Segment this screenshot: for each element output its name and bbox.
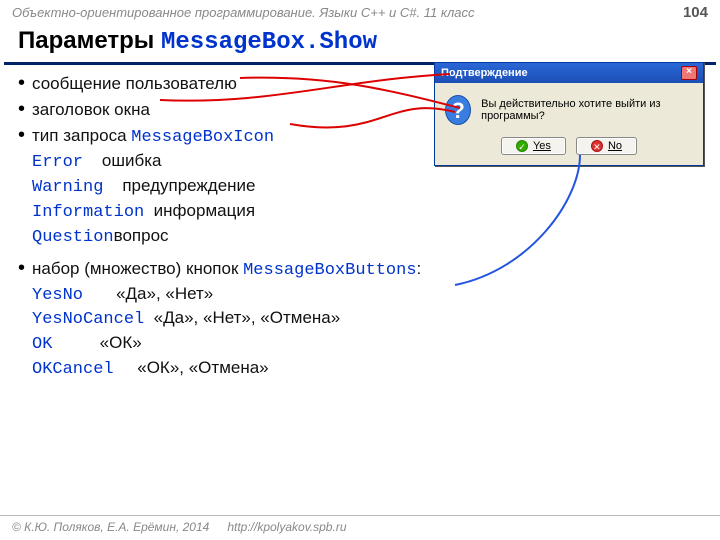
dialog-titlebar: Подтверждение × [435, 63, 703, 83]
btn-yesno-code: YesNo [32, 286, 83, 305]
btn-yesnocancel-code: YesNoCancel [32, 310, 144, 329]
page-number: 104 [683, 4, 708, 21]
footer: © К.Ю. Поляков, Е.А. Ерёмин, 2014 http:/… [0, 515, 720, 534]
dialog-body: ? Вы действительно хотите выйти из прогр… [435, 83, 703, 131]
icon-information-code: Information [32, 203, 144, 222]
page-title: Параметры MessageBox.Show [4, 23, 716, 65]
copyright: © К.Ю. Поляков, Е.А. Ерёмин, 2014 [12, 520, 209, 534]
header: Объектно-ориентированное программировани… [0, 0, 720, 23]
title-prefix: Параметры [18, 27, 161, 54]
btn-okcancel-ru: «ОК», «Отмена» [137, 358, 268, 377]
check-icon: ✓ [516, 140, 528, 152]
icon-question-ru: вопрос [114, 226, 169, 245]
btn-yesno-ru: «Да», «Нет» [116, 284, 213, 303]
no-button[interactable]: ✕ No [576, 137, 637, 155]
yes-button[interactable]: ✓ Yes [501, 137, 566, 155]
bullet-4: • набор (множество) кнопок MessageBoxBut… [18, 258, 712, 283]
message-box-dialog: Подтверждение × ? Вы действительно хотит… [434, 62, 704, 166]
yes-label: Yes [533, 140, 551, 152]
bullet-3-prefix: тип запроса [32, 126, 131, 145]
icon-warning-ru: предупреждение [122, 176, 255, 195]
cross-icon: ✕ [591, 140, 603, 152]
icon-question-code: Question [32, 228, 114, 247]
question-icon: ? [445, 95, 471, 125]
dialog-buttons: ✓ Yes ✕ No [435, 131, 703, 165]
icon-warning-code: Warning [32, 178, 103, 197]
bullet-3-code: MessageBoxIcon [131, 128, 274, 147]
bullet-4-code: MessageBoxButtons [243, 261, 416, 280]
course-label: Объектно-ориентированное программировани… [12, 5, 683, 20]
btn-ok-ru: «ОК» [100, 333, 142, 352]
title-code: MessageBox.Show [161, 29, 377, 56]
btn-row-yesno: YesNo «Да», «Нет» [32, 283, 712, 308]
footer-url: http://kpolyakov.spb.ru [227, 520, 346, 534]
icon-row-information: Information информация [32, 200, 712, 225]
btn-row-yesnocancel: YesNoCancel «Да», «Нет», «Отмена» [32, 307, 712, 332]
btn-row-okcancel: OKCancel «ОК», «Отмена» [32, 357, 712, 382]
no-label: No [608, 140, 622, 152]
icon-error-ru: ошибка [102, 151, 162, 170]
btn-yesnocancel-ru: «Да», «Нет», «Отмена» [154, 308, 341, 327]
dialog-title-text: Подтверждение [441, 67, 681, 79]
bullet-dot: • [18, 258, 32, 283]
dialog-message: Вы действительно хотите выйти из програм… [481, 98, 693, 122]
icon-row-question: Questionвопрос [32, 225, 712, 250]
icon-error-code: Error [32, 153, 83, 172]
bullet-4-prefix: набор (множество) кнопок [32, 259, 243, 278]
close-icon[interactable]: × [681, 66, 697, 80]
btn-row-ok: OK «ОК» [32, 332, 712, 357]
bullet-4-suffix: : [417, 259, 422, 278]
icon-row-warning: Warning предупреждение [32, 175, 712, 200]
bullet-dot: • [18, 99, 32, 122]
icon-information-ru: информация [154, 201, 255, 220]
btn-okcancel-code: OKCancel [32, 360, 114, 379]
btn-ok-code: OK [32, 335, 52, 354]
bullet-dot: • [18, 125, 32, 150]
bullet-dot: • [18, 73, 32, 96]
